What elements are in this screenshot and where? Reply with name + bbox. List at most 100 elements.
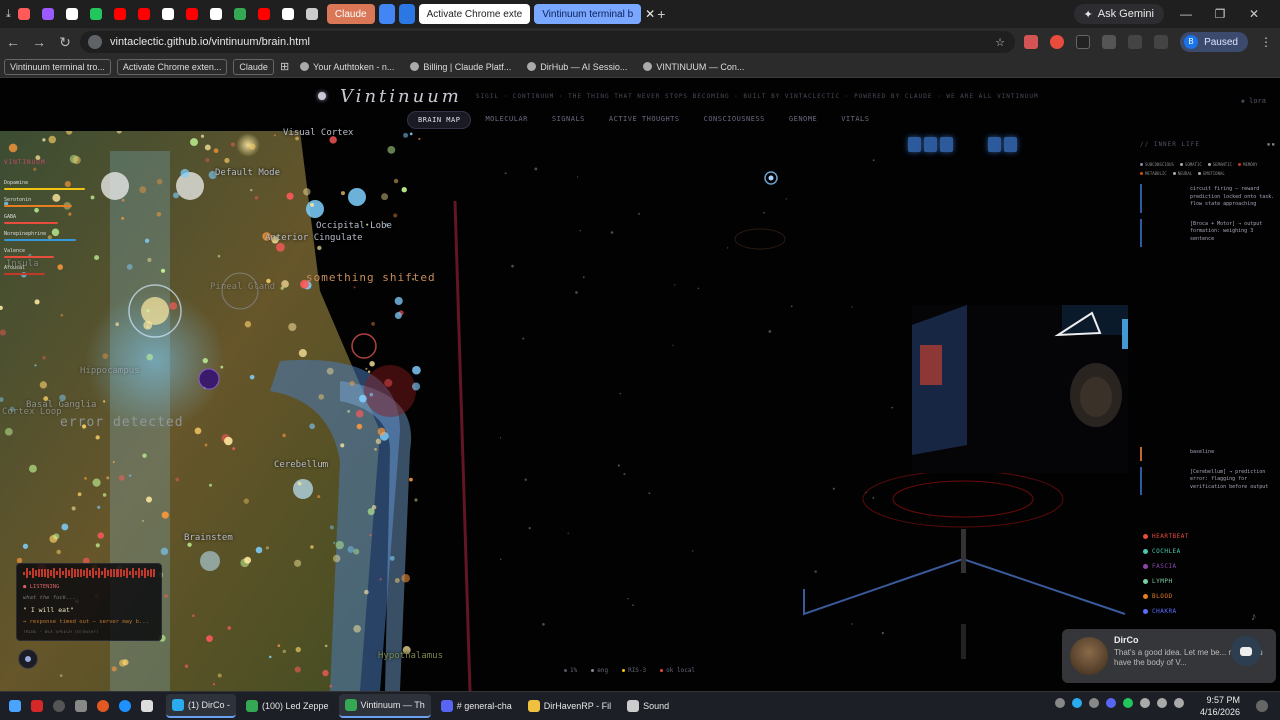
- volume-icon[interactable]: [1174, 698, 1184, 708]
- brain-label-cerebellum[interactable]: Cerebellum: [274, 460, 328, 470]
- nav-tab-signals[interactable]: SIGNALS: [542, 111, 595, 129]
- browser-tab[interactable]: [85, 3, 107, 25]
- tab-search-icon[interactable]: [1128, 35, 1143, 49]
- close-tab-icon[interactable]: ✕: [645, 3, 655, 25]
- view-toggle-button[interactable]: [908, 137, 921, 152]
- thought-filter[interactable]: METABOLIC: [1140, 171, 1167, 176]
- tray-icon[interactable]: [1089, 698, 1099, 708]
- browser-tab[interactable]: [133, 3, 155, 25]
- extension-icon[interactable]: [1076, 35, 1091, 49]
- browser-tab[interactable]: [61, 3, 83, 25]
- neuron-node[interactable]: [236, 133, 260, 157]
- bookmark-item[interactable]: Claude: [233, 58, 274, 75]
- slider-track[interactable]: [961, 624, 966, 659]
- address-bar[interactable]: vintaclectic.github.io/vintinuum/brain.h…: [80, 31, 1015, 53]
- browser-tab[interactable]: [398, 4, 415, 24]
- view-toggle-button[interactable]: [1004, 137, 1017, 152]
- nav-tab-genome[interactable]: GENOME: [779, 111, 827, 129]
- brain-label-pineal[interactable]: Pineal Gland: [210, 282, 275, 292]
- nav-tab-vitals[interactable]: VITALS: [831, 111, 879, 129]
- extension-icon[interactable]: [1024, 35, 1039, 49]
- app-icon[interactable]: [94, 697, 112, 715]
- ask-gemini-button[interactable]: ✦ Ask Gemini: [1073, 4, 1164, 24]
- brain-label-occipital-lobe[interactable]: Occipital Lobe: [316, 221, 392, 231]
- taskbar-app[interactable]: Sound: [621, 694, 675, 718]
- browser-tab[interactable]: [13, 3, 35, 25]
- browser-tab[interactable]: [205, 3, 227, 25]
- nav-tab-brain-map[interactable]: BRAIN MAP: [407, 111, 472, 129]
- tray-icon[interactable]: [1123, 698, 1133, 708]
- neuron-node[interactable]: [306, 200, 324, 218]
- browser-tab[interactable]: [301, 3, 323, 25]
- app-icon[interactable]: [116, 697, 134, 715]
- taskbar-app[interactable]: (100) Led Zeppe: [240, 694, 335, 718]
- view-toggle-button[interactable]: [988, 137, 1001, 152]
- download-icon[interactable]: ⤓: [6, 3, 11, 25]
- bookmark-item[interactable]: Activate Chrome exten...: [116, 58, 228, 75]
- bookmark-item[interactable]: Vintinuum terminal tro...: [4, 58, 111, 75]
- brain-label-hypothalamus[interactable]: Hypothalamus: [378, 651, 443, 661]
- view-toggle-button[interactable]: [940, 137, 953, 152]
- thought-filter[interactable]: NEURAL: [1172, 171, 1192, 176]
- browser-tab[interactable]: [229, 3, 251, 25]
- sense-item-fascia[interactable]: FASCIA: [1143, 563, 1189, 570]
- mic-button[interactable]: [18, 649, 38, 669]
- brain-label-visual-cortex[interactable]: Visual Cortex: [283, 128, 353, 138]
- app-icon[interactable]: [72, 697, 90, 715]
- taskbar-app[interactable]: Vintinuum — Th: [338, 694, 431, 718]
- browser-tab[interactable]: [277, 3, 299, 25]
- forward-icon[interactable]: →: [26, 34, 52, 50]
- view-toggle-button[interactable]: [924, 137, 937, 152]
- thought-filter[interactable]: SOMATIC: [1179, 162, 1202, 167]
- reload-icon[interactable]: ↻: [52, 34, 78, 51]
- neuron-node[interactable]: [200, 551, 220, 571]
- thought-filter[interactable]: SEMANTIC: [1207, 162, 1232, 167]
- music-note-icon[interactable]: ♪: [1251, 611, 1257, 623]
- start-menu-icon[interactable]: [6, 697, 24, 715]
- menu-icon[interactable]: ⋮: [1260, 35, 1272, 49]
- sense-item-chakra[interactable]: CHAKRA: [1143, 608, 1189, 615]
- brain-label-hippocampus[interactable]: Hippocampus: [80, 366, 140, 376]
- puzzle-icon[interactable]: [1102, 35, 1117, 49]
- chat-bubble-button[interactable]: [1231, 636, 1261, 666]
- browser-tab[interactable]: [37, 3, 59, 25]
- tray-icon[interactable]: [1106, 698, 1116, 708]
- taskbar-app[interactable]: # general-cha: [435, 694, 518, 718]
- taskbar-app[interactable]: (1) DirCo -: [166, 694, 236, 718]
- sense-item-lymph[interactable]: LYMPH: [1143, 578, 1189, 585]
- nav-tab-consciousness[interactable]: CONSCIOUSNESS: [694, 111, 775, 129]
- nav-tab-molecular[interactable]: MOLECULAR: [475, 111, 537, 129]
- extension-icon[interactable]: [1050, 35, 1065, 49]
- bookmark-item[interactable]: Your Authtoken - n...: [295, 59, 399, 75]
- profile-button[interactable]: B Paused: [1180, 32, 1248, 52]
- media-icon[interactable]: [1154, 35, 1169, 49]
- neuron-node[interactable]: [293, 479, 313, 499]
- app-icon[interactable]: [138, 697, 156, 715]
- mic-tray-icon[interactable]: [1140, 698, 1150, 708]
- minimize-icon[interactable]: —: [1174, 7, 1198, 21]
- tray-icon[interactable]: [1055, 698, 1065, 708]
- browser-tab[interactable]: Claude: [326, 4, 375, 24]
- browser-tab[interactable]: [378, 4, 395, 24]
- bookmark-item[interactable]: VINTINUUM — Con...: [638, 59, 749, 75]
- site-info-icon[interactable]: [88, 35, 102, 49]
- notifications-icon[interactable]: [1256, 700, 1268, 712]
- site-logo[interactable]: Vintinuum: [340, 86, 462, 107]
- grid-toggle-icon[interactable]: ▪▪: [1267, 141, 1276, 148]
- neuron-node[interactable]: [198, 368, 220, 390]
- amygdala-node[interactable]: [364, 365, 416, 417]
- neuron-node[interactable]: [348, 188, 366, 206]
- tray-icon[interactable]: [1072, 698, 1082, 708]
- brain-label-default-mode[interactable]: Default Mode: [215, 168, 280, 178]
- browser-tab[interactable]: [181, 3, 203, 25]
- bookmark-item[interactable]: Billing | Claude Platf...: [405, 59, 516, 75]
- system-clock[interactable]: 9:57 PM 4/16/2026: [1200, 695, 1240, 718]
- browser-tab[interactable]: [109, 3, 131, 25]
- browser-tab[interactable]: [253, 3, 275, 25]
- new-tab-icon[interactable]: +: [657, 3, 665, 25]
- app-icon[interactable]: [28, 697, 46, 715]
- apps-grid-icon[interactable]: ⊞: [280, 60, 289, 73]
- thought-filter[interactable]: SUBCONSCIOUS: [1140, 162, 1174, 167]
- browser-tab[interactable]: Vintinuum terminal b: [534, 4, 642, 24]
- bookmark-item[interactable]: DirHub — AI Sessio...: [522, 59, 632, 75]
